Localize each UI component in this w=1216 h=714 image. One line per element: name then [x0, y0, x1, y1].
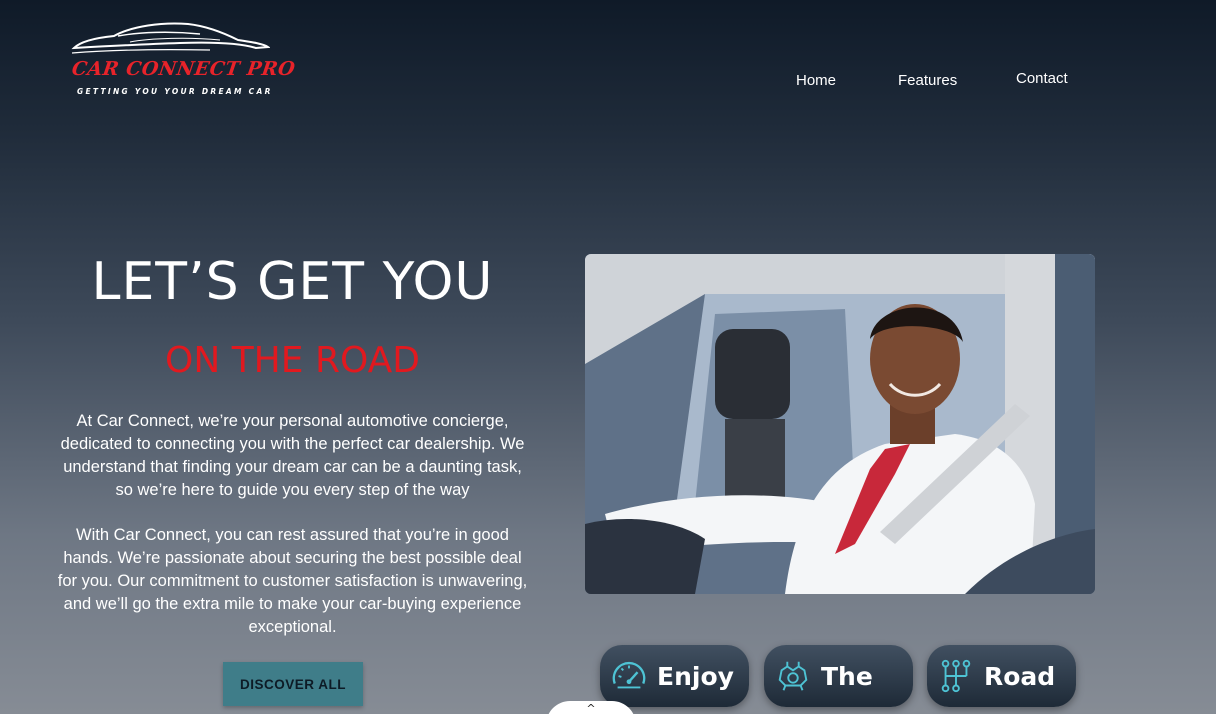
feature-pill-road[interactable]: Road: [927, 645, 1076, 707]
discover-all-button[interactable]: DISCOVER ALL: [223, 662, 363, 706]
scroll-to-top-button[interactable]: ^: [546, 701, 636, 714]
engine-icon: [778, 661, 808, 691]
nav-home-link[interactable]: Home: [796, 72, 836, 89]
chevron-up-icon: ^: [586, 702, 596, 714]
hero-photo: [585, 254, 1095, 594]
logo-title: CAR CONNECT PRO: [70, 58, 297, 80]
logo-tagline: GETTING YOU YOUR DREAM CAR: [77, 87, 273, 96]
nav-contact-link[interactable]: Contact: [1016, 70, 1068, 87]
feature-pill-label: Enjoy: [657, 661, 734, 691]
nav-features-link[interactable]: Features: [898, 72, 957, 89]
hero-paragraph-intro: At Car Connect, we’re your personal auto…: [60, 412, 525, 499]
hero-headline: LET’S GET YOU: [91, 252, 494, 312]
hero-subheadline: ON THE ROAD: [164, 340, 421, 381]
driver-photo-illustration: [585, 254, 1095, 594]
feature-pill-label: Road: [984, 661, 1056, 691]
hero-paragraph-commitment: With Car Connect, you can rest assured t…: [57, 526, 528, 636]
speedometer-icon: [612, 662, 646, 689]
feature-pill-the[interactable]: The: [764, 645, 913, 707]
logo[interactable]: CAR CONNECT PRO GETTING YOU YOUR DREAM C…: [70, 20, 297, 100]
car-silhouette-icon: [71, 22, 270, 54]
gear-shift-icon: [941, 659, 971, 693]
feature-pill-enjoy[interactable]: Enjoy: [600, 645, 749, 707]
feature-pill-label: The: [821, 661, 873, 691]
